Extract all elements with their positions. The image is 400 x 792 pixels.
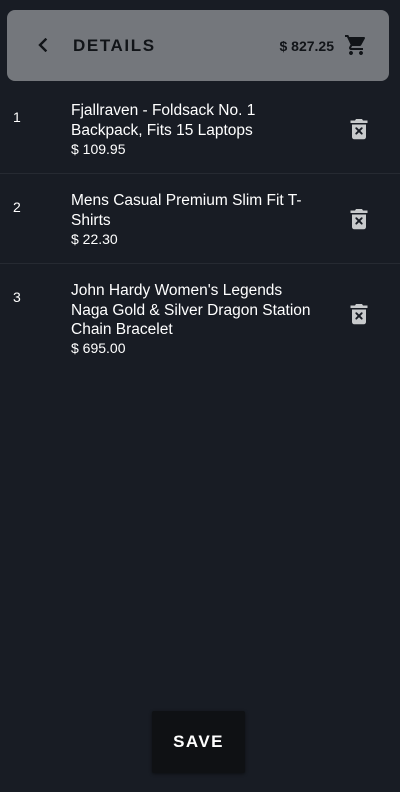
save-button[interactable]: SAVE	[152, 711, 245, 773]
page-title: DETAILS	[73, 36, 156, 55]
delete-forever-icon	[350, 119, 368, 140]
item-index: 2	[13, 199, 21, 215]
item-index: 3	[13, 289, 21, 305]
item-name: Fjallraven - Foldsack No. 1 Backpack, Fi…	[71, 102, 256, 139]
delete-item-button[interactable]	[349, 303, 369, 325]
back-button[interactable]	[33, 34, 53, 56]
item-name: John Hardy Women's Legends Naga Gold & S…	[71, 282, 311, 338]
shopping-cart-icon	[345, 35, 366, 55]
cart-item-row: 3 John Hardy Women's Legends Naga Gold &…	[0, 264, 400, 374]
cart-button[interactable]	[344, 33, 368, 57]
chevron-left-icon	[38, 38, 48, 52]
item-name: Mens Casual Premium Slim Fit T-Shirts	[71, 192, 302, 229]
app-header: DETAILS $ 827.25	[7, 10, 389, 81]
delete-forever-icon	[350, 209, 368, 230]
delete-item-button[interactable]	[349, 208, 369, 230]
cart-total: $ 827.25	[279, 38, 335, 54]
item-price: $ 695.00	[71, 340, 126, 356]
item-price: $ 109.95	[71, 141, 126, 157]
delete-forever-icon	[350, 304, 368, 325]
cart-item-row: 1 Fjallraven - Foldsack No. 1 Backpack, …	[0, 84, 400, 174]
delete-item-button[interactable]	[349, 118, 369, 140]
cart-item-row: 2 Mens Casual Premium Slim Fit T-Shirts …	[0, 174, 400, 264]
item-price: $ 22.30	[71, 231, 118, 247]
item-index: 1	[13, 109, 21, 125]
cart-item-list: 1 Fjallraven - Foldsack No. 1 Backpack, …	[0, 84, 400, 374]
